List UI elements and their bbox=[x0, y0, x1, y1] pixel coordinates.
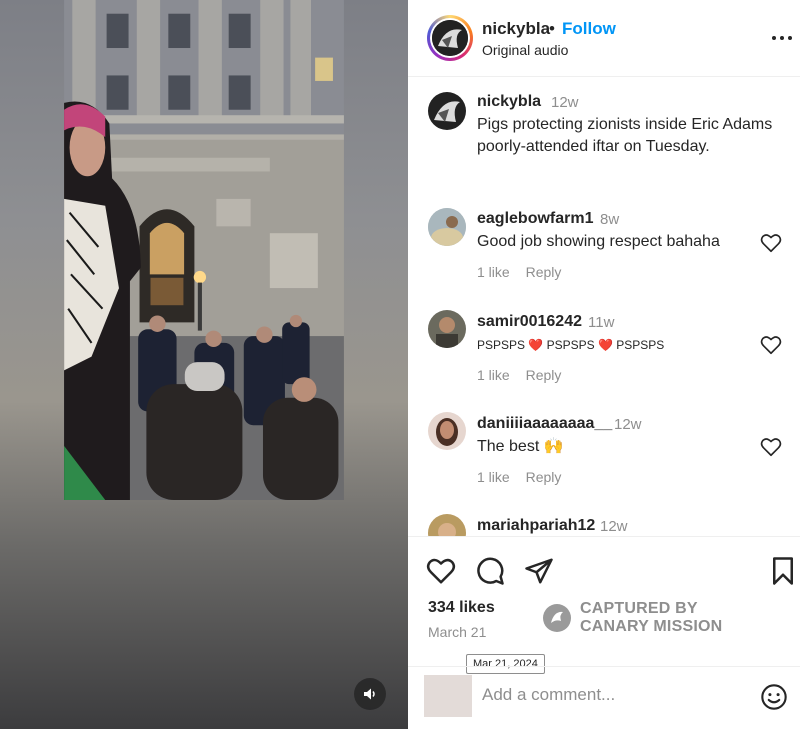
comment-avatar-image bbox=[428, 514, 466, 536]
reply-button[interactable]: Reply bbox=[526, 469, 562, 485]
comment-text: PSPSPS ❤️ PSPSPS ❤️ PSPSPS bbox=[477, 338, 665, 352]
author-avatar-image bbox=[432, 20, 468, 56]
comment-avatar-image bbox=[428, 412, 466, 450]
post-header: nickybla • Follow Original audio bbox=[408, 0, 800, 77]
comments-list[interactable]: nickybla 12w Pigs protecting zionists in… bbox=[408, 78, 800, 536]
post-dialog: nickybla • Follow Original audio nickybl… bbox=[0, 0, 800, 729]
video-frame bbox=[64, 0, 344, 500]
post-actions: 334 likes March 21 CAPTURED BY CANARY MI… bbox=[408, 536, 800, 674]
reply-button[interactable]: Reply bbox=[526, 264, 562, 280]
comment-avatar-image bbox=[428, 208, 466, 246]
add-comment-bar bbox=[408, 666, 800, 729]
post-video[interactable] bbox=[0, 0, 408, 729]
comment-username[interactable]: mariahpariah12 bbox=[477, 517, 595, 535]
comment-meta: 1 like Reply bbox=[477, 367, 561, 383]
author-avatar[interactable] bbox=[427, 15, 473, 61]
likes-count[interactable]: 334 likes bbox=[428, 599, 495, 617]
emoji-icon[interactable] bbox=[760, 683, 788, 711]
audio-label[interactable]: Original audio bbox=[482, 42, 568, 58]
comment-meta: 1 like Reply bbox=[477, 264, 561, 280]
caption-text: Pigs protecting zionists inside Eric Ada… bbox=[477, 116, 773, 155]
caption-username[interactable]: nickybla bbox=[477, 93, 541, 111]
follow-button[interactable]: Follow bbox=[562, 19, 616, 39]
bookmark-icon[interactable] bbox=[768, 556, 798, 586]
post-date[interactable]: March 21 bbox=[428, 624, 486, 640]
comment-input[interactable] bbox=[482, 683, 742, 707]
watermark-line1: CAPTURED BY bbox=[580, 600, 698, 617]
comment-avatar[interactable] bbox=[428, 310, 466, 348]
comment-likes[interactable]: 1 like bbox=[477, 367, 510, 383]
sound-toggle-button[interactable] bbox=[354, 678, 386, 710]
header-separator: • bbox=[549, 19, 555, 38]
caption-avatar[interactable] bbox=[428, 92, 466, 130]
viewer-avatar bbox=[424, 675, 472, 717]
comment-likes[interactable]: 1 like bbox=[477, 469, 510, 485]
comment-username[interactable]: daniiiiaaaaaaaa__ bbox=[477, 415, 612, 433]
comment-time[interactable]: 12w bbox=[614, 416, 642, 433]
comment-avatar-image bbox=[428, 310, 466, 348]
comment-likes[interactable]: 1 like bbox=[477, 264, 510, 280]
comment-meta: 1 like Reply bbox=[477, 469, 561, 485]
heart-icon[interactable] bbox=[760, 436, 782, 458]
share-icon[interactable] bbox=[524, 556, 554, 586]
caption-avatar-image bbox=[428, 92, 466, 130]
heart-icon[interactable] bbox=[760, 334, 782, 356]
heart-icon[interactable] bbox=[760, 232, 782, 254]
comment-avatar[interactable] bbox=[428, 412, 466, 450]
watermark-line2: CANARY MISSION bbox=[580, 618, 723, 635]
comment-icon[interactable] bbox=[475, 556, 505, 586]
comment-text: Good job showing respect bahaha bbox=[477, 233, 720, 250]
heart-icon[interactable] bbox=[426, 556, 456, 586]
more-options-icon[interactable] bbox=[770, 26, 794, 50]
comment-username[interactable]: eaglebowfarm1 bbox=[477, 210, 593, 228]
caption-time[interactable]: 12w bbox=[551, 94, 579, 111]
watermark: CAPTURED BY CANARY MISSION bbox=[542, 600, 722, 636]
comment-time[interactable]: 8w bbox=[600, 211, 619, 228]
comment-avatar[interactable] bbox=[428, 514, 466, 536]
canary-logo-icon bbox=[543, 604, 571, 632]
author-username[interactable]: nickybla bbox=[482, 19, 550, 39]
comment-text: The best 🙌 bbox=[477, 438, 564, 455]
comment-time[interactable]: 12w bbox=[600, 518, 628, 535]
comment-avatar[interactable] bbox=[428, 208, 466, 246]
reply-button[interactable]: Reply bbox=[526, 367, 562, 383]
post-side-panel: nickybla • Follow Original audio nickybl… bbox=[408, 0, 800, 729]
speaker-icon bbox=[364, 688, 375, 700]
comment-username[interactable]: samir0016242 bbox=[477, 313, 582, 331]
comment-time[interactable]: 11w bbox=[588, 314, 614, 331]
